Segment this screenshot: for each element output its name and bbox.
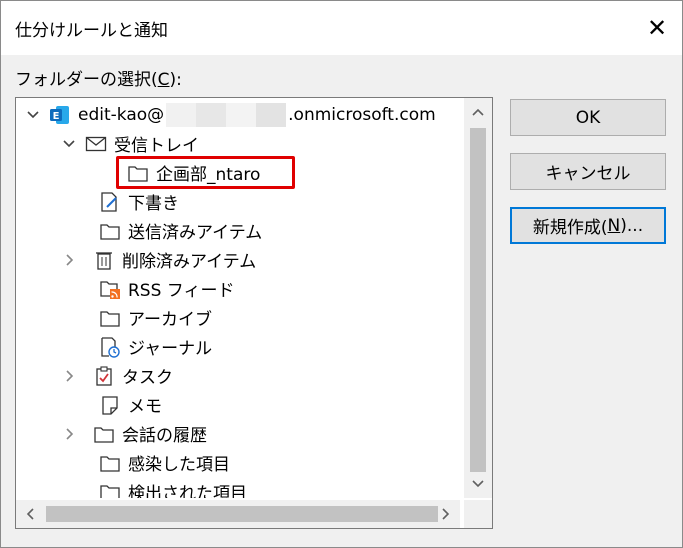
folder-tree-content: E edit-kao@ .onmicrosoft.com 受信トレイ 企画部_n… xyxy=(16,98,460,498)
chevron-down-icon[interactable] xyxy=(24,106,42,124)
tree-item-sent[interactable]: 送信済みアイテム xyxy=(98,216,262,245)
tree-item-journal[interactable]: ジャーナル xyxy=(98,332,212,361)
task-icon xyxy=(92,364,116,388)
tree-item-account[interactable]: E edit-kao@ .onmicrosoft.com xyxy=(24,100,436,129)
folder-tree[interactable]: E edit-kao@ .onmicrosoft.com 受信トレイ 企画部_n… xyxy=(15,97,493,529)
tree-item-label: アーカイブ xyxy=(128,310,212,330)
tree-item-label: RSS フィード xyxy=(128,281,235,301)
ok-button[interactable]: OK xyxy=(510,99,666,136)
dialog-title: 仕分けルールと通知 xyxy=(15,21,168,41)
chevron-right-icon[interactable] xyxy=(60,251,78,269)
drafts-icon xyxy=(98,190,122,214)
folder-label-prefix: フォルダーの選択( xyxy=(15,70,158,90)
trash-icon xyxy=(92,248,116,272)
chevron-right-icon[interactable] xyxy=(60,367,78,385)
scrollbar-corner xyxy=(464,500,492,528)
folder-icon xyxy=(98,219,122,243)
scroll-up-arrow-icon[interactable] xyxy=(464,100,492,124)
tree-item-infected[interactable]: 感染した項目 xyxy=(98,448,230,477)
tree-item-label: 削除済みアイテム xyxy=(122,252,257,272)
folder-label-suffix: ): xyxy=(169,70,182,90)
folder-select-label: フォルダーの選択(C): xyxy=(15,65,182,90)
new-button-accel: N xyxy=(607,215,621,236)
vertical-scroll-thumb[interactable] xyxy=(470,128,486,472)
tree-item-rss[interactable]: RSS フィード xyxy=(98,274,234,303)
tree-item-deleted[interactable]: 削除済みアイテム xyxy=(60,245,256,274)
note-icon xyxy=(98,393,122,417)
selection-highlight-box xyxy=(116,156,295,189)
tree-item-label: 送信済みアイテム xyxy=(128,223,263,243)
cancel-button[interactable]: キャンセル xyxy=(510,153,666,190)
account-name-suffix: .onmicrosoft.com xyxy=(288,104,436,125)
title-bar: 仕分けルールと通知 ✕ xyxy=(1,1,682,55)
scroll-left-arrow-icon[interactable] xyxy=(18,500,42,528)
folder-select-dialog: 仕分けルールと通知 ✕ フォルダーの選択(C): E edit-kao@ .onm… xyxy=(0,0,683,548)
tree-item-archive[interactable]: アーカイブ xyxy=(98,303,212,332)
scroll-down-arrow-icon[interactable] xyxy=(464,472,492,496)
envelope-icon xyxy=(84,132,108,156)
account-name-prefix: edit-kao@ xyxy=(78,104,165,125)
rss-folder-icon xyxy=(98,277,122,301)
tree-item-drafts[interactable]: 下書き xyxy=(98,187,179,216)
vertical-scrollbar[interactable] xyxy=(464,98,492,498)
tree-item-label: メモ xyxy=(128,397,162,417)
new-folder-button[interactable]: 新規作成(N)... xyxy=(510,207,666,244)
folder-icon xyxy=(92,422,116,446)
close-button[interactable]: ✕ xyxy=(632,7,682,49)
new-button-prefix: 新規作成( xyxy=(532,218,608,238)
tree-item-label: 会話の履歴 xyxy=(122,426,207,446)
tree-item-label: 下書き xyxy=(128,194,179,214)
redacted-domain xyxy=(166,102,287,127)
tree-item-detected[interactable]: 検出された項目 xyxy=(98,477,247,498)
chevron-right-icon[interactable] xyxy=(60,425,78,443)
tree-item-label: 受信トレイ xyxy=(114,136,199,156)
tree-item-label: タスク xyxy=(122,368,173,388)
tree-item-notes[interactable]: メモ xyxy=(98,390,162,419)
folder-icon xyxy=(98,306,122,330)
tree-item-label: 感染した項目 xyxy=(128,455,230,475)
journal-icon xyxy=(98,335,122,359)
tree-item-label: ジャーナル xyxy=(128,339,213,359)
folder-icon xyxy=(98,451,122,475)
tree-item-conversation-history[interactable]: 会話の履歴 xyxy=(60,419,207,448)
svg-text:E: E xyxy=(53,111,60,122)
tree-item-tasks[interactable]: タスク xyxy=(60,361,173,390)
outlook-exchange-icon: E xyxy=(48,103,72,127)
folder-icon xyxy=(98,480,122,498)
horizontal-scroll-thumb[interactable] xyxy=(46,506,438,522)
folder-label-accel: C xyxy=(157,70,170,90)
chevron-down-icon[interactable] xyxy=(60,135,78,153)
scroll-right-arrow-icon[interactable] xyxy=(434,500,458,528)
new-button-suffix: )... xyxy=(620,215,644,236)
tree-item-inbox[interactable]: 受信トレイ xyxy=(60,129,199,158)
horizontal-scrollbar[interactable] xyxy=(16,500,460,528)
tree-item-label: 検出された項目 xyxy=(128,484,247,498)
